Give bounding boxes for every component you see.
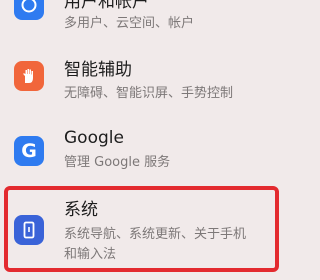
- google-icon: G: [14, 136, 44, 166]
- user-icon: [14, 0, 44, 20]
- settings-item-subtitle: 管理 Google 服务: [64, 155, 171, 170]
- hand-icon: [14, 61, 44, 91]
- settings-item-google[interactable]: G Google 管理 Google 服务: [0, 124, 271, 186]
- highlight-box: [4, 186, 279, 272]
- settings-list: 用户和帐户 多用户、云空间、帐户 智能辅助 无障碍、智能识屏、手势控制 G Go…: [0, 0, 279, 280]
- settings-item-title: 智能辅助: [64, 60, 132, 80]
- settings-item-smart-assist[interactable]: 智能辅助 无障碍、智能识屏、手势控制: [0, 56, 271, 120]
- settings-item-title: 用户和帐户: [64, 0, 149, 12]
- settings-item-subtitle: 无障碍、智能识屏、手势控制: [64, 86, 234, 101]
- settings-item-subtitle: 多用户、云空间、帐户: [64, 16, 195, 31]
- settings-item-title: Google: [64, 128, 124, 148]
- settings-item-users-accounts[interactable]: 用户和帐户 多用户、云空间、帐户: [0, 0, 271, 56]
